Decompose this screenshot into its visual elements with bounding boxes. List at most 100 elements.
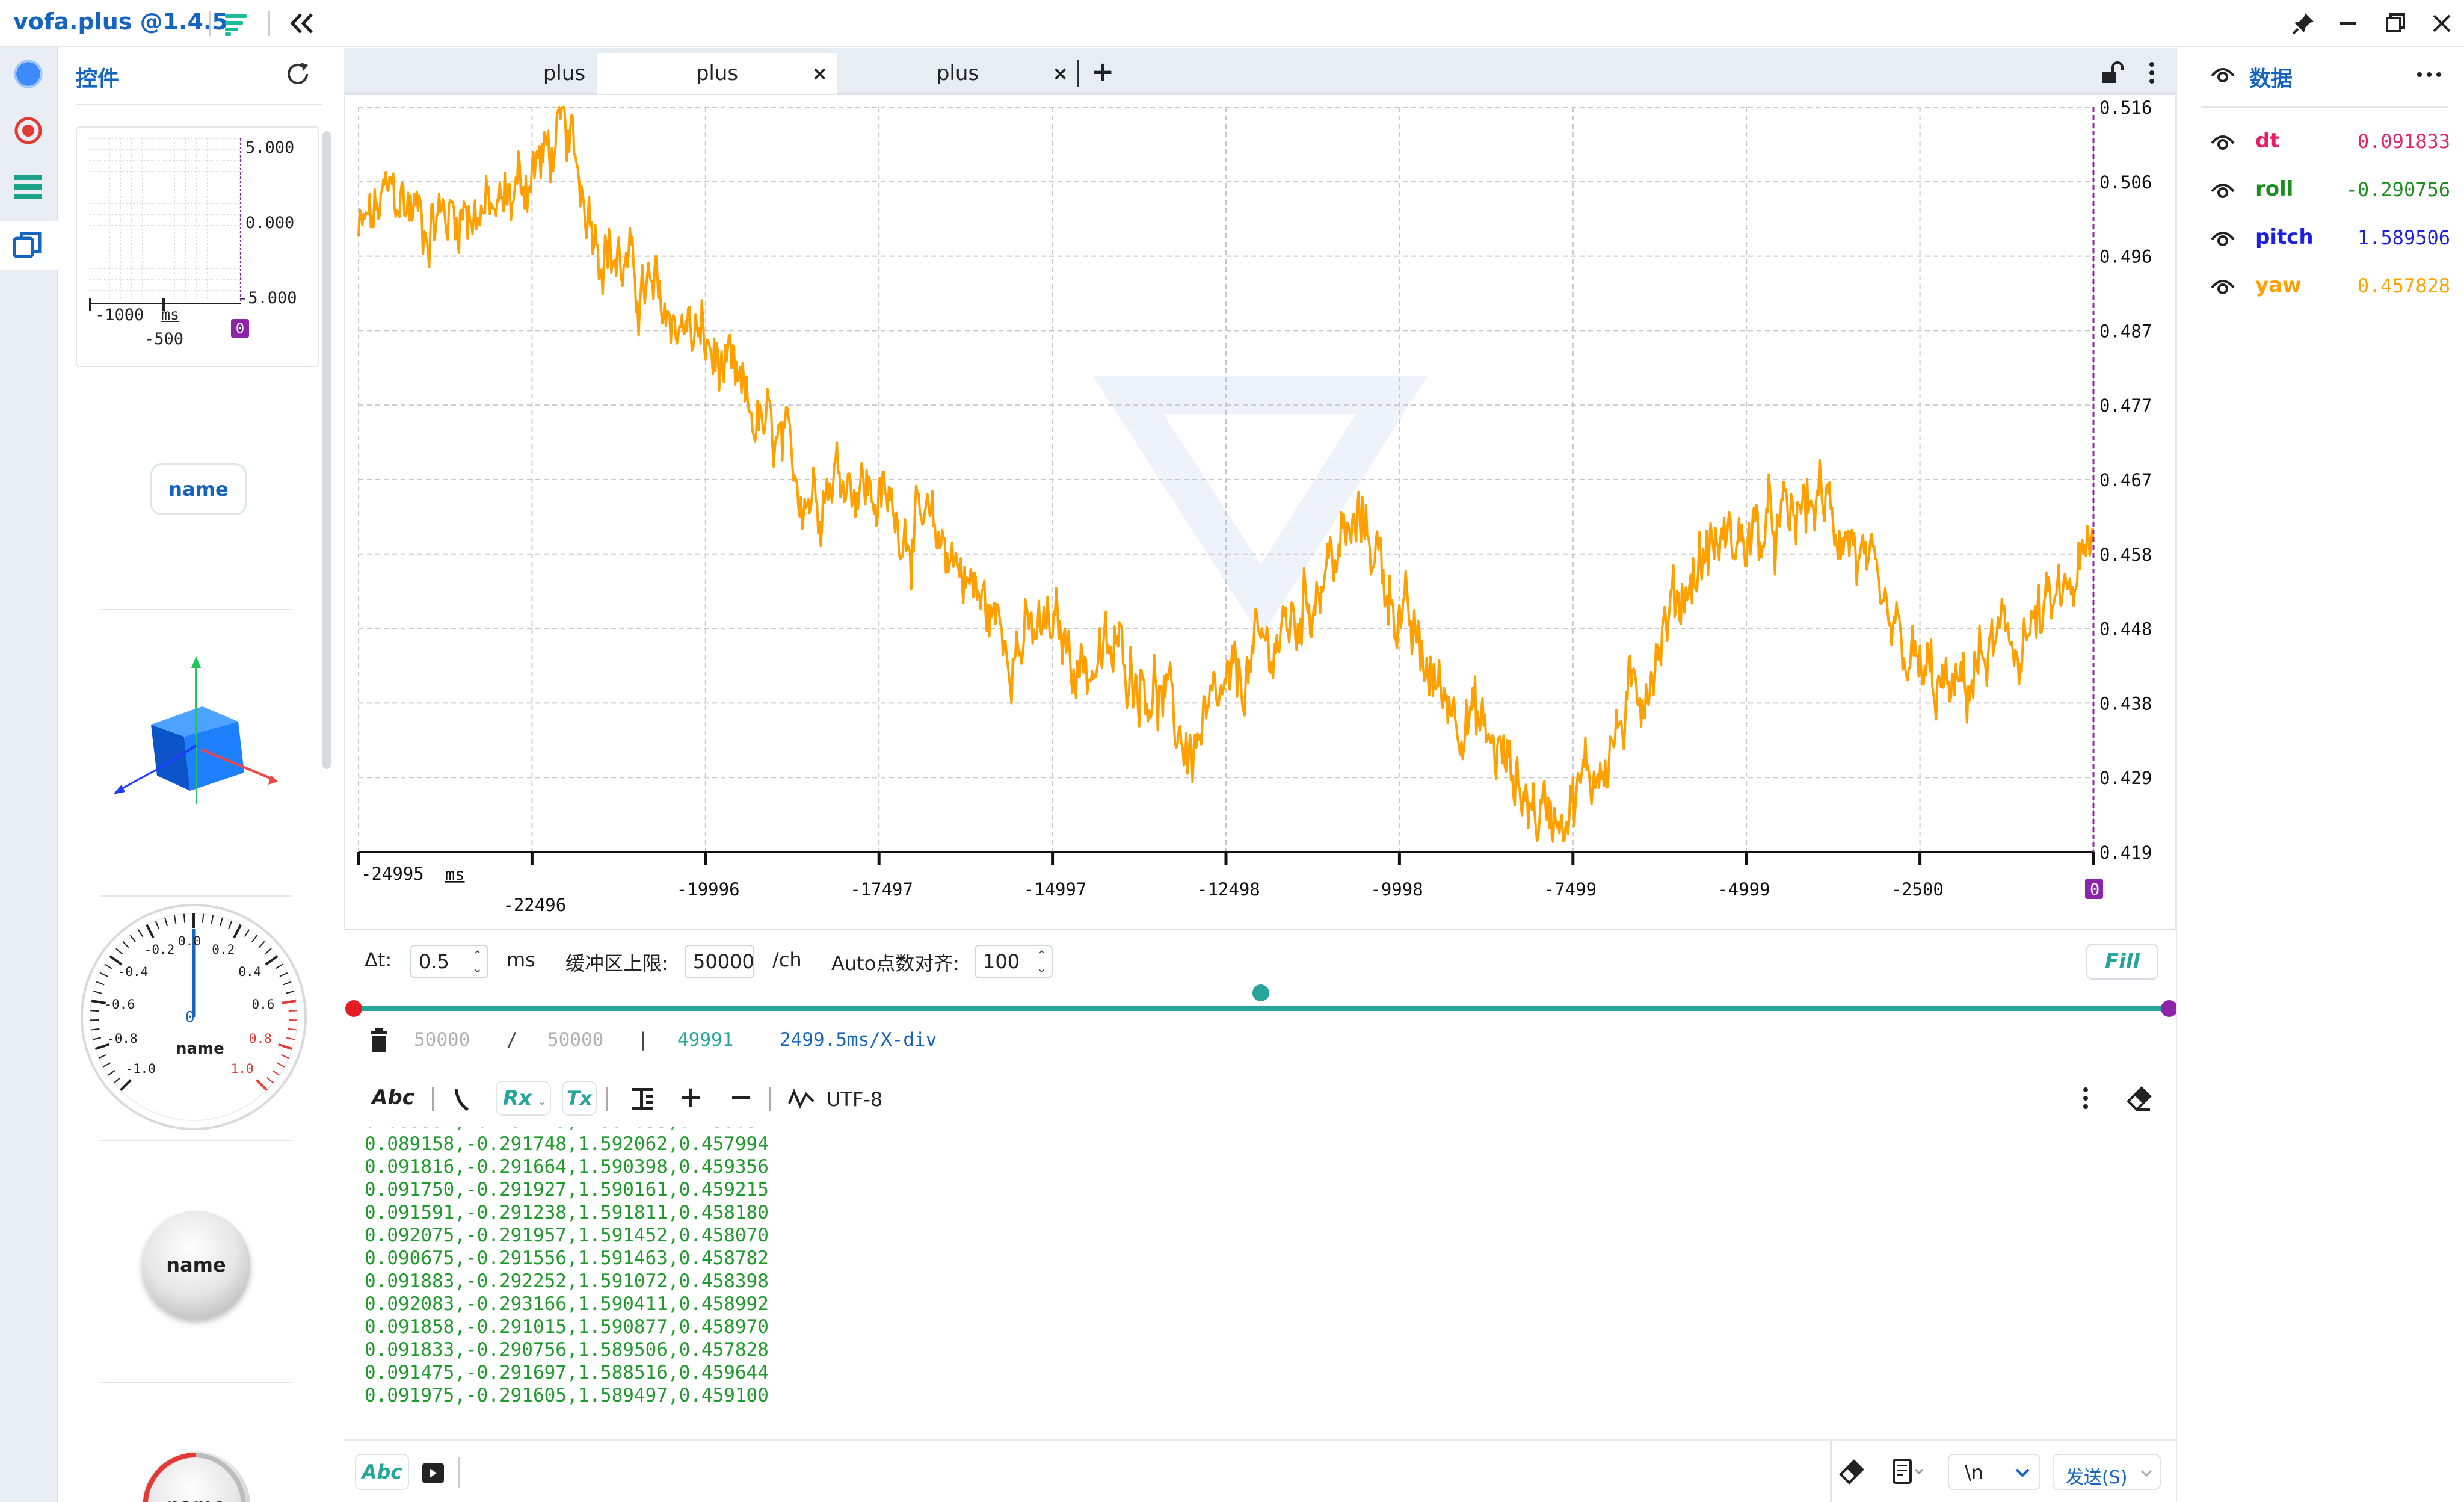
- channel-row-yaw[interactable]: yaw 0.457828: [2210, 270, 2450, 306]
- buffer-input[interactable]: 50000: [685, 945, 754, 978]
- eraser-icon[interactable]: [2126, 1086, 2152, 1112]
- x-tick-label: -12498: [1197, 879, 1260, 900]
- trash-icon[interactable]: [368, 1028, 390, 1054]
- eye-icon[interactable]: [2210, 227, 2236, 252]
- eye-icon[interactable]: [2210, 131, 2236, 155]
- tab-close-icon[interactable]: ×: [1052, 53, 1068, 94]
- minimize-icon[interactable]: [2334, 10, 2362, 37]
- channel-name: dt: [2255, 129, 2280, 153]
- cursor-icon[interactable]: [452, 1087, 470, 1112]
- name-button-widget[interactable]: name: [150, 463, 247, 515]
- dial-tick-label: 0.4: [238, 965, 262, 980]
- rx-label: Rx: [503, 1086, 532, 1110]
- rx-line: 0.089158,-0.291748,1.592062,0.457994: [365, 1133, 769, 1155]
- dial-center-value: 0: [185, 1009, 195, 1027]
- auto-align-value: 100: [983, 950, 1020, 973]
- x-tick-label: -17497: [850, 879, 913, 900]
- channel-row-dt[interactable]: dt 0.091833: [2210, 125, 2450, 161]
- encoding-label[interactable]: UTF-8: [827, 1088, 882, 1111]
- channel-row-pitch[interactable]: pitch 1.589506: [2210, 221, 2450, 258]
- dt-spinbox[interactable]: 0.5 ⌃ ⌄: [410, 945, 488, 978]
- knob-widget[interactable]: name: [142, 1211, 250, 1319]
- dial-tick-label: -0.8: [107, 1031, 138, 1046]
- pin-icon[interactable]: [2290, 10, 2317, 37]
- slider-right-handle[interactable]: [2161, 1000, 2178, 1017]
- y-tick-label: 0.477: [2099, 395, 2152, 416]
- more-horizontal-icon[interactable]: [2414, 63, 2444, 87]
- tab-close-icon[interactable]: ×: [812, 53, 828, 94]
- mini-y-bot: -5.000: [238, 289, 297, 308]
- mini-y-top: 5.000: [245, 138, 295, 157]
- channel-value: 0.091833: [2357, 130, 2450, 153]
- x-tick-label: -7499: [1544, 879, 1597, 900]
- 3d-attitude-cube-widget[interactable]: [100, 610, 298, 851]
- mini-waveform-widget[interactable]: 5.000 0.000 -5.000 -1000 ms -500 0: [76, 126, 319, 367]
- close-icon[interactable]: [2428, 10, 2456, 37]
- x-tick-label: -14997: [1024, 879, 1087, 900]
- dial-tick: [90, 1010, 99, 1012]
- more-vertical-icon[interactable]: [2077, 1084, 2095, 1112]
- rx-toggle-button[interactable]: Rx ⌄: [496, 1081, 551, 1116]
- x-tick-label: -22496: [503, 895, 566, 915]
- clear-input-eraser-icon[interactable]: [1838, 1459, 1865, 1485]
- x-tick-label: -19996: [677, 879, 740, 900]
- text-wrap-icon[interactable]: [629, 1086, 656, 1112]
- abc-format-button[interactable]: Abc: [372, 1086, 414, 1110]
- time-range-slider-track[interactable]: [353, 1006, 2169, 1011]
- rx-line-partial: 0.089992,-0.292223,1.591033,0.459034: [344, 1126, 2176, 1133]
- newline-value: \n: [1965, 1461, 1984, 1484]
- y-tick-label: 0.448: [2099, 619, 2152, 640]
- app-title: vofa.plus @1.4.5: [13, 8, 228, 35]
- waveform-plot-svg: 0.516 0.506 0.496 0.487 0.477 0.467 0.458 0.448…: [357, 97, 2152, 915]
- y-tick-label: 0.429: [2099, 768, 2152, 788]
- slider-left-handle[interactable]: [345, 1000, 362, 1017]
- connection-dot-icon[interactable]: [8, 54, 48, 94]
- slider-center-handle[interactable]: [1252, 984, 1269, 1001]
- record-icon[interactable]: [8, 111, 48, 150]
- refresh-icon[interactable]: [283, 59, 313, 89]
- receive-text-area[interactable]: 0.089992,-0.292223,1.591033,0.459034 0.0…: [344, 1126, 2176, 1439]
- panel-scrollbar[interactable]: [322, 131, 331, 769]
- unlock-icon[interactable]: [2098, 60, 2125, 87]
- widgets-icon[interactable]: [8, 225, 48, 265]
- dial-tick-label: 0.6: [251, 997, 275, 1012]
- receive-toolbar: Abc Rx ⌄ Tx + − UTF-8: [344, 1071, 2176, 1126]
- eye-icon[interactable]: [2210, 64, 2236, 88]
- zoom-in-plus-icon[interactable]: +: [679, 1082, 703, 1112]
- channel-row-roll[interactable]: roll -0.290756: [2210, 173, 2450, 209]
- auto-align-spinbox[interactable]: 100 ⌃ ⌄: [975, 945, 1053, 978]
- x-division-readout: 2499.5ms/X-div: [780, 1029, 937, 1051]
- knob-with-arc-widget[interactable]: name: [142, 1451, 250, 1502]
- list-icon[interactable]: [8, 167, 48, 207]
- left-rail: [0, 47, 58, 1502]
- data-panel-title: 数据: [2249, 67, 2293, 91]
- dial-gauge-widget[interactable]: 0 name -1.0 -0.8 -0.6 -0.4 -0.2 0.0 0.2 0.4 0.6 0…: [79, 901, 308, 1130]
- rx-line: 0.091833,-0.290756,1.589506,0.457828: [365, 1339, 769, 1361]
- collapse-double-chevron-icon[interactable]: [288, 10, 318, 37]
- send-button[interactable]: 发送(S): [2053, 1454, 2161, 1490]
- tx-toggle-button[interactable]: Tx: [562, 1081, 597, 1116]
- history-log-icon[interactable]: [1890, 1457, 1926, 1486]
- eye-icon[interactable]: [2210, 276, 2236, 300]
- newline-select[interactable]: \n: [1948, 1454, 2040, 1490]
- buffer-count-used: 50000: [414, 1029, 470, 1051]
- add-tab-plus-icon[interactable]: +: [1088, 57, 1118, 87]
- mini-marker-badge: 0: [231, 319, 249, 338]
- tab-plot-2[interactable]: plus ×: [597, 53, 837, 94]
- rx-line: 0.092075,-0.291957,1.591452,0.458070: [365, 1225, 769, 1246]
- zoom-out-minus-icon[interactable]: −: [729, 1082, 753, 1112]
- waveform-encoding-icon[interactable]: [788, 1088, 815, 1110]
- restore-icon[interactable]: [2381, 10, 2409, 37]
- send-file-icon[interactable]: [421, 1461, 445, 1485]
- channel-value: -0.290756: [2345, 178, 2450, 201]
- tab-plot-3[interactable]: plus ×: [837, 53, 1078, 94]
- fill-button[interactable]: Fill: [2086, 944, 2158, 980]
- menu-lines-icon[interactable]: [223, 11, 249, 37]
- rx-line: 0.091883,-0.292252,1.591072,0.458398: [365, 1270, 769, 1292]
- send-text-input[interactable]: [463, 1450, 1949, 1494]
- send-format-abc-button[interactable]: Abc: [355, 1454, 409, 1490]
- eye-icon[interactable]: [2210, 179, 2236, 203]
- rx-line: 0.092083,-0.293166,1.590411,0.458992: [365, 1293, 769, 1315]
- more-vertical-icon[interactable]: [2143, 59, 2161, 87]
- waveform-plot[interactable]: 0.516 0.506 0.496 0.487 0.477 0.467 0.458 0.448…: [344, 94, 2176, 930]
